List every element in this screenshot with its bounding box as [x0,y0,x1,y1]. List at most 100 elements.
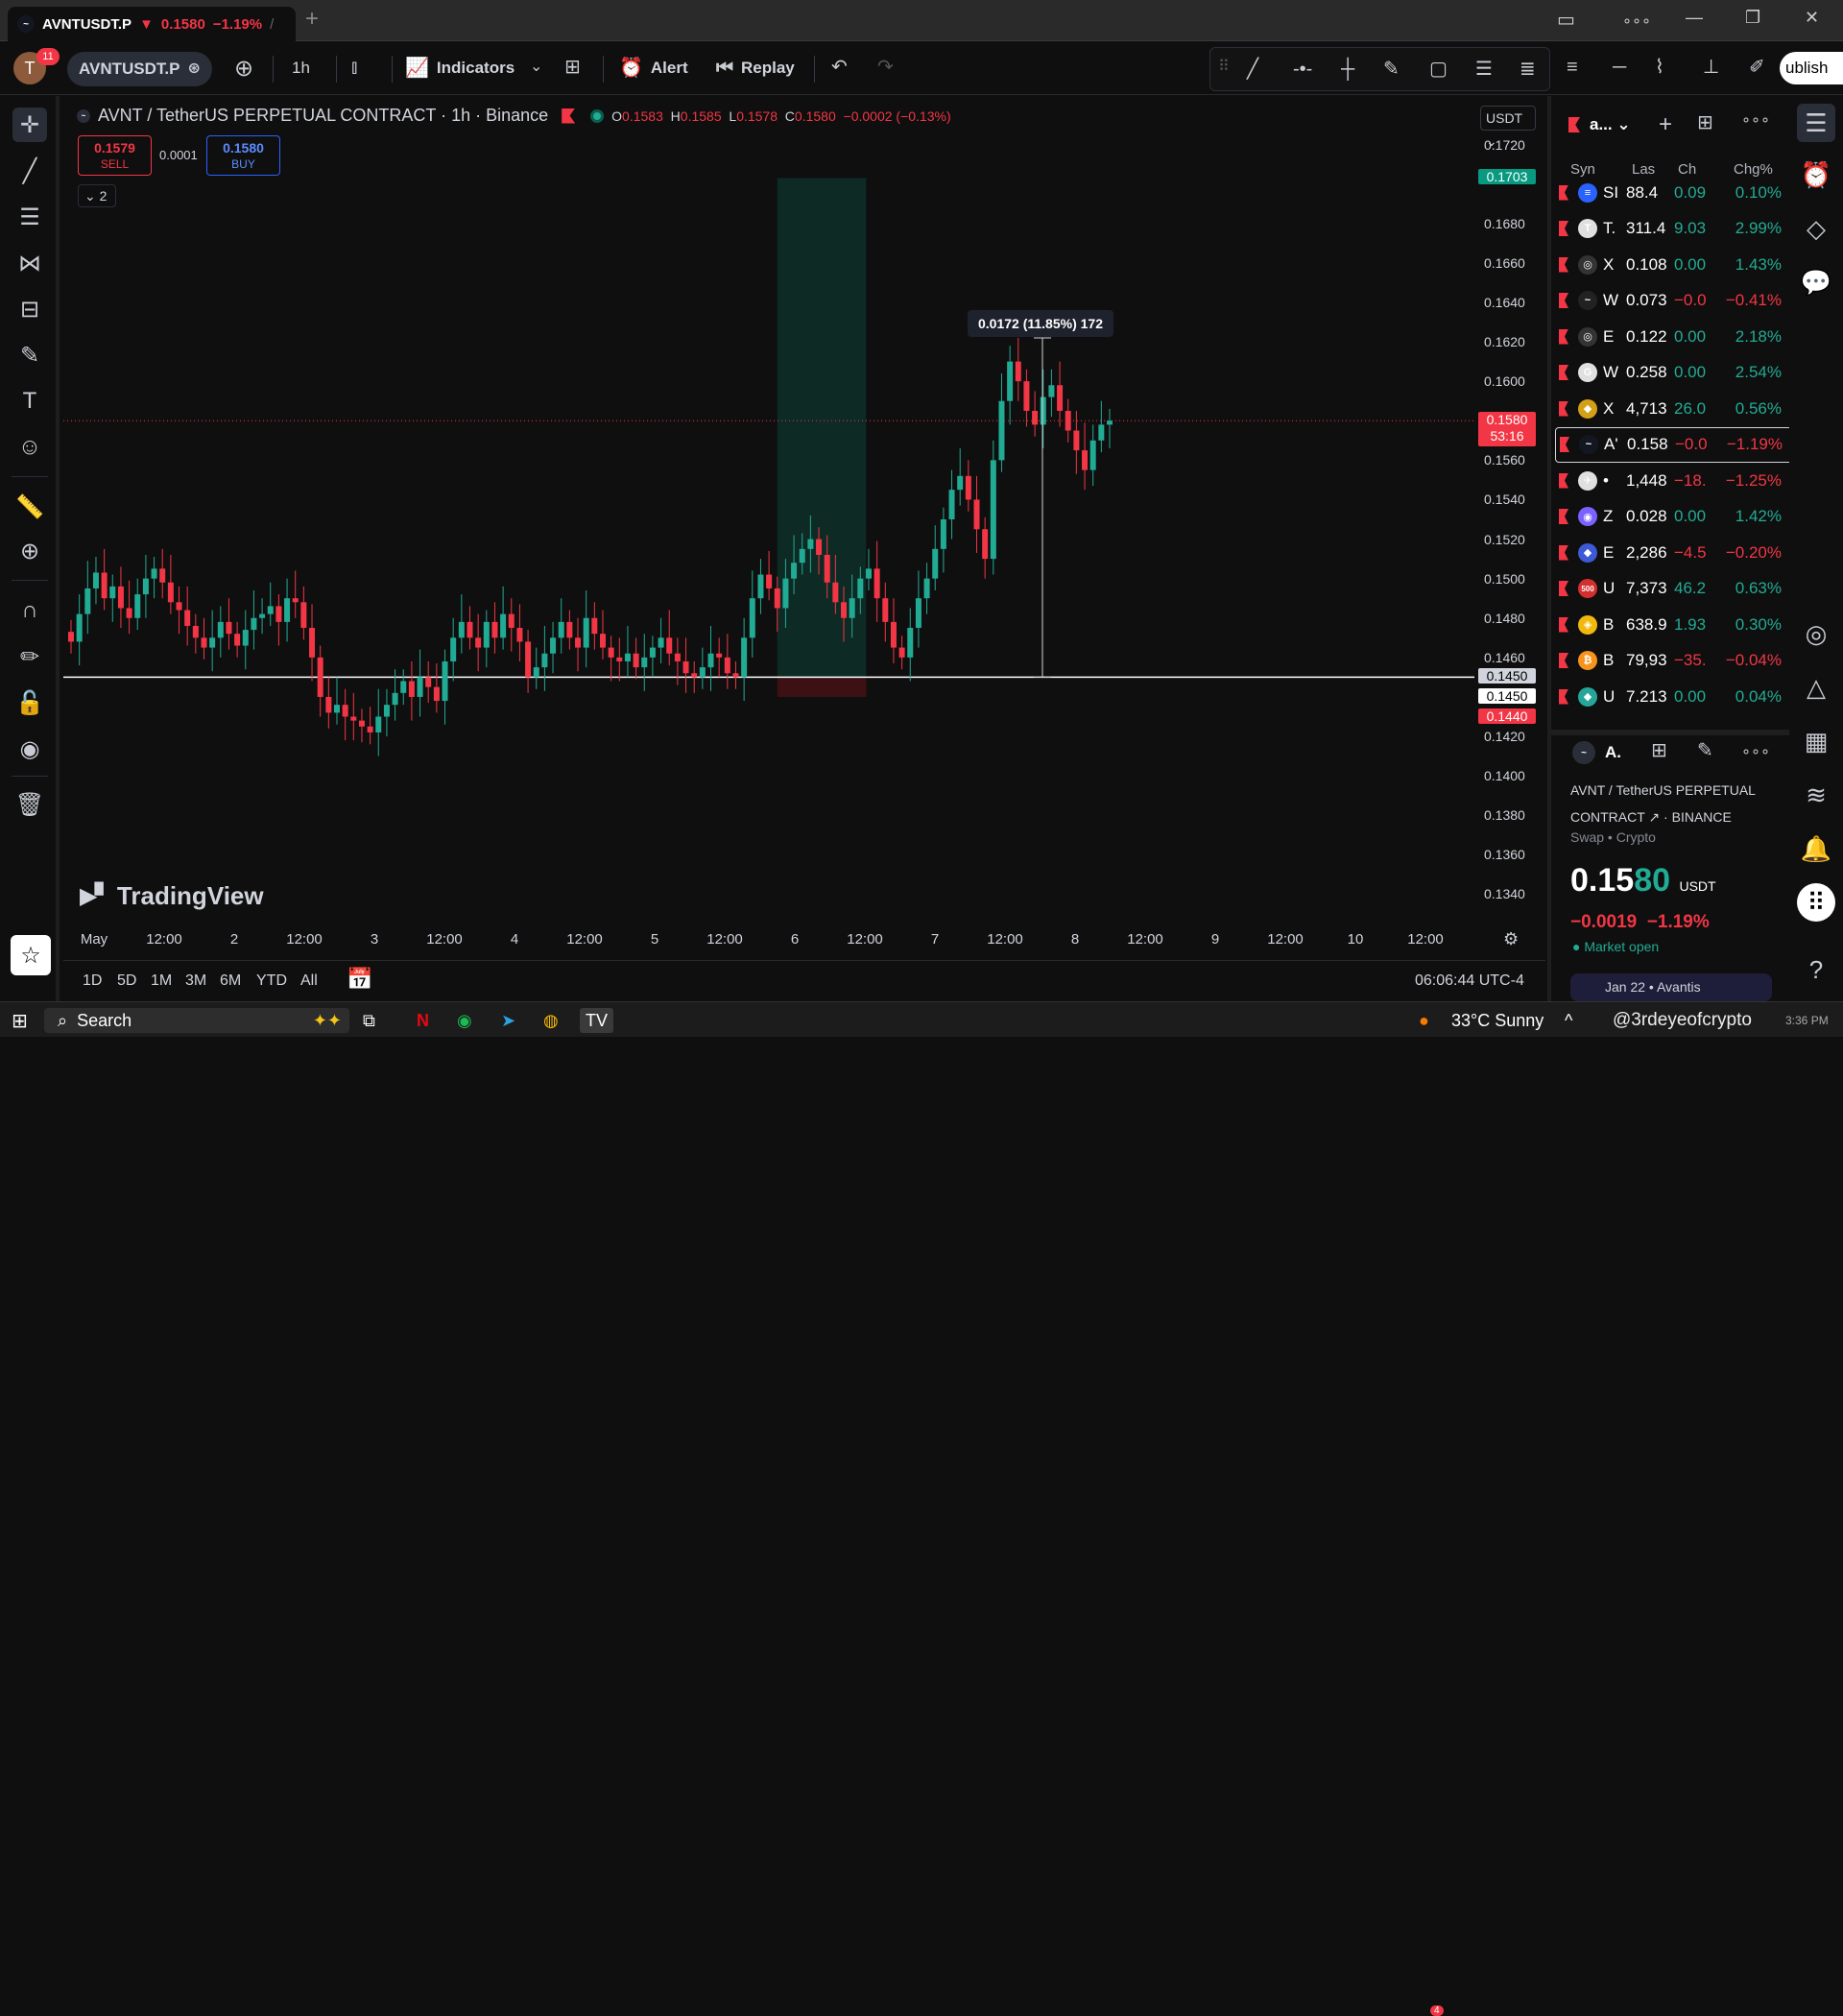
watchlist-row[interactable]: ◆ U 7.213 0.00 0.04% [1555,679,1789,714]
settings-gear-icon[interactable]: ⚙ [1503,929,1519,949]
spotify-icon[interactable]: ◉ [457,1008,472,1033]
object-tree-icon[interactable]: ◇ [1797,209,1835,248]
lock-icon[interactable]: 🔓 [12,685,47,720]
replay-button[interactable]: ⏮ Replay [716,52,795,84]
watchlist-row[interactable]: ◆ X 4,713 26.0 0.56% [1555,391,1789,426]
tradingview-app-icon[interactable]: TV [580,1008,614,1033]
netflix-icon[interactable]: N [417,1008,429,1033]
details-short-symbol[interactable]: A. [1605,743,1621,762]
sell-button[interactable]: 0.1579 SELL [78,135,152,176]
pitchfork-icon[interactable]: ≡ [1567,58,1578,77]
clock-timezone[interactable]: 06:06:44 UTC-4 [1415,972,1524,990]
chart-pane[interactable] [63,96,1474,955]
eye-icon[interactable]: ◉ [12,732,47,766]
horizontal-ray-icon[interactable]: -•- [1293,60,1312,79]
ruler-icon[interactable]: 📏 [12,490,47,524]
trend-line-icon[interactable]: ╱ [1247,60,1258,79]
highlighter-icon[interactable]: ✐ [1749,58,1765,77]
lock-drawing-icon[interactable]: ✏ [12,639,47,674]
minimize-icon[interactable]: — [1686,8,1703,28]
compare-add-icon[interactable]: ⊕ [234,58,253,81]
interval-button[interactable]: 1h [292,52,310,84]
stream-icon[interactable]: ≋ [1797,776,1835,814]
symbol-search-button[interactable]: AVNTUSDT.P ⊛ [67,52,212,86]
range-5d[interactable]: 5D [117,972,136,990]
text-tool-icon[interactable]: T [12,384,47,419]
indicators-button[interactable]: 📈 Indicators [405,52,515,84]
projection-tool-icon[interactable]: ⊟ [12,292,47,326]
goto-date-icon[interactable]: 📅 [347,967,372,992]
close-window-icon[interactable]: ✕ [1805,8,1819,28]
chart-canvas[interactable] [63,96,1474,922]
tray-chevron-icon[interactable]: ^ [1565,1008,1572,1033]
emoji-icon[interactable]: ☺ [12,430,47,465]
line-tool-icon[interactable]: ╱ [12,154,47,188]
watchlist-row[interactable]: ~ A' 0.158 −0.0 −1.19% [1555,426,1789,463]
news-item[interactable]: Jan 22 • Avantis [1570,973,1772,1001]
browser-tab[interactable]: ~ AVNTUSDT.P ▼ 0.1580 −1.19% / [8,7,296,41]
watchlist-row[interactable]: ◉ Z 0.028 0.00 1.42% [1555,499,1789,535]
calendar-icon[interactable]: ▦ [1797,722,1835,760]
watchlist-name[interactable]: a... ⌄ [1590,115,1631,134]
details-more-icon[interactable]: ∘∘∘ [1741,745,1770,760]
watchlist-row[interactable]: G W 0.258 0.00 2.54% [1555,355,1789,391]
bell-icon[interactable]: 🔔 [1797,829,1835,868]
parallel-channel-icon[interactable]: ☰ [1475,60,1493,79]
range-6m[interactable]: 6M [220,972,241,990]
favorites-star-icon[interactable]: ☆ [11,935,51,975]
pattern-tool-icon[interactable]: ⋈ [12,246,47,280]
edit-note-icon[interactable]: ✎ [1697,741,1713,760]
indicators-collapse-button[interactable]: ⌄ 2 [78,184,116,207]
range-1m[interactable]: 1M [151,972,172,990]
vertical-line-icon[interactable]: ┼ [1341,60,1354,79]
time-axis[interactable]: May 12:00 2 12:00 3 12:00 4 12:00 5 12:00 6 12:00 7 1… [63,922,1542,956]
new-tab-icon[interactable]: + [305,6,319,33]
watchlist-more-icon[interactable]: ∘∘∘ [1741,113,1770,129]
weather-icon[interactable]: ● [1419,1008,1429,1033]
undo-icon[interactable]: ↶ [831,58,848,77]
indicators-dropdown-icon[interactable]: ⌄ [530,60,542,75]
details-name[interactable]: AVNT / TetherUS PERPETUAL CONTRACT ↗ · B… [1570,777,1756,830]
candle-type-icon[interactable]: ⫾ [351,58,357,77]
path-icon[interactable]: ⌇ [1655,58,1664,77]
task-view-icon[interactable]: ⧉ [363,1008,375,1033]
advanced-view-icon[interactable]: ⊞ [1697,113,1713,132]
taskbar-search[interactable]: ⌕ Search ✦✦ [44,1008,349,1033]
watchlist-row[interactable]: ✈ • 1,448 −18. −1.25% [1555,463,1789,498]
price-axis[interactable]: USDT ⌄ 0.1720 0.1680 0.1660 0.1640 0.1620 0.1… [1476,96,1544,941]
watchlist-row[interactable]: ◈ B 638.9 1.93 0.30% [1555,607,1789,642]
watchlist-flag-icon[interactable] [1568,117,1580,132]
flag-icon[interactable] [562,108,576,124]
windows-start-icon[interactable]: ⊞ [12,1008,28,1033]
redo-icon[interactable]: ↷ [877,58,894,77]
brush-icon[interactable]: ✎ [1383,60,1400,79]
watchlist-row[interactable]: ≡ SI 88.4 0.09 0.10% [1555,175,1789,210]
restore-icon[interactable]: ❐ [1745,8,1760,28]
add-symbol-icon[interactable]: + [1659,113,1672,136]
ideas-icon[interactable]: △ [1797,668,1835,707]
telegram-icon[interactable]: ➤ [501,1008,515,1033]
watchlist-row[interactable]: ◎ X 0.108 0.00 1.43% [1555,247,1789,282]
watchlist-icon[interactable]: ☰ [1797,104,1835,142]
drag-handle-icon[interactable]: ⠿ [1218,60,1230,75]
trash-icon[interactable]: 🗑 [12,787,47,822]
fib-retracement-icon[interactable]: ≣ [1520,60,1536,79]
target-icon[interactable]: ◎ [1797,614,1835,653]
watchlist-row[interactable]: ◎ E 0.122 0.00 2.18% [1555,319,1789,354]
fib-tool-icon[interactable]: ☰ [12,200,47,234]
layouts-icon[interactable]: ⊞ [564,58,581,77]
chrome-icon[interactable]: ◍ [543,1008,559,1033]
symbol-info-icon[interactable]: ⊛ [187,61,200,77]
cast-icon[interactable]: ▭ [1557,8,1575,32]
chat-icon[interactable]: 💬 [1797,263,1835,301]
publish-button[interactable]: ublish [1780,52,1843,84]
watchlist-row[interactable]: T T. 311.4 9.03 2.99% [1555,211,1789,247]
watchlist-row[interactable]: ◆ E 2,286 −4.5 −0.20% [1555,535,1789,570]
alert-button[interactable]: ⏰ Alert [619,52,688,84]
weather-text[interactable]: 33°C Sunny [1451,1008,1544,1033]
ray-icon[interactable]: ─ [1613,58,1626,77]
range-1d[interactable]: 1D [83,972,102,990]
magnet-icon[interactable]: ∩ [12,593,47,628]
external-link-icon[interactable]: ↗ [1648,809,1660,825]
range-ytd[interactable]: YTD [256,972,287,990]
